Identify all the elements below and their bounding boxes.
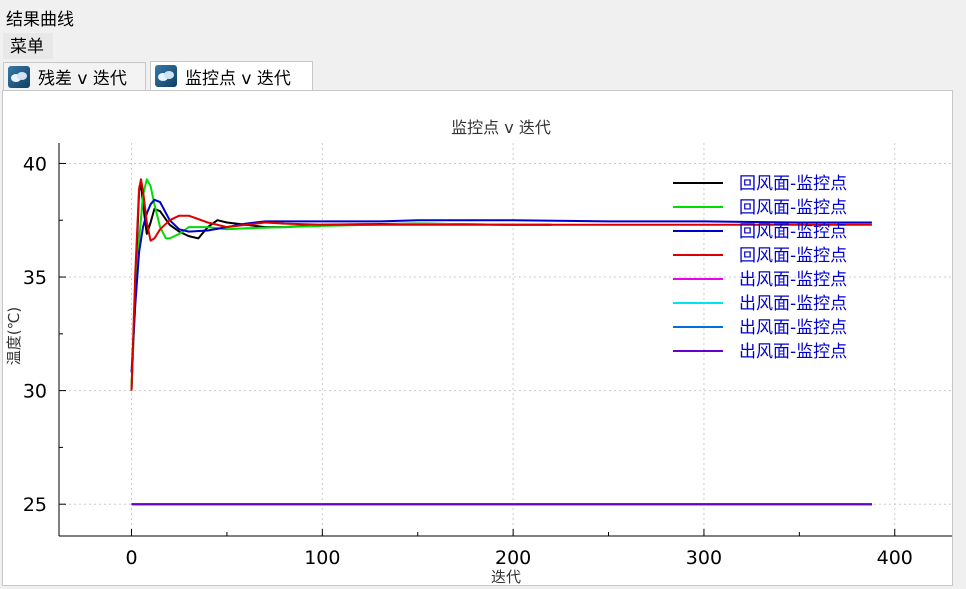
y-tick-label: 35 — [23, 267, 47, 289]
menu-item-main[interactable]: 菜单 — [3, 33, 53, 59]
chart-title: 监控点 v 迭代 — [451, 118, 551, 137]
menu-bar: 菜单 — [0, 32, 966, 60]
x-tick-label: 300 — [686, 547, 722, 569]
tab-monitor[interactable]: 监控点 v 迭代 — [150, 61, 313, 90]
x-tick-label: 400 — [877, 547, 913, 569]
legend-label-8: 出风面-监控点 — [739, 342, 847, 362]
window-titlebar: 结果曲线 — [0, 0, 966, 32]
y-tick-label: 40 — [23, 153, 47, 175]
tab-residual[interactable]: 残差 v 迭代 — [3, 62, 146, 90]
monitor-tab-icon — [155, 65, 177, 87]
x-axis-label: 迭代 — [491, 568, 521, 585]
right-scroll-strip[interactable] — [953, 90, 966, 586]
legend-label-4: 回风面-监控点 — [739, 246, 847, 266]
chart-panel: 监控点 v 迭代 迭代 温度(℃) 0 100 200 300 400 25 30 35 40 … — [2, 90, 953, 586]
legend-label-3: 回风面-监控点 — [739, 222, 847, 242]
window-title: 结果曲线 — [6, 10, 74, 30]
monitor-chart: 监控点 v 迭代 迭代 温度(℃) 0 100 200 300 40025303540 … — [5, 118, 952, 586]
tab-monitor-label: 监控点 v 迭代 — [185, 68, 291, 89]
legend-label-5: 出风面-监控点 — [739, 270, 847, 290]
legend-label-1: 回风面-监控点 — [739, 174, 847, 194]
legend-label-7: 出风面-监控点 — [739, 318, 847, 338]
legend-label-6: 出风面-监控点 — [739, 294, 847, 314]
series-line-2 — [130, 178, 552, 387]
y-tick-label: 25 — [23, 494, 47, 516]
x-tick-label: 200 — [495, 547, 531, 569]
tab-residual-label: 残差 v 迭代 — [38, 69, 127, 89]
residual-tab-icon — [8, 65, 30, 88]
legend-label-2: 回风面-监控点 — [739, 198, 847, 218]
series-line-1 — [130, 182, 552, 391]
tab-strip: 残差 v 迭代 监控点 v 迭代 — [0, 60, 966, 90]
x-tick-label: 100 — [304, 547, 340, 569]
y-axis-label: 温度(℃) — [5, 307, 23, 366]
x-tick-label: 0 — [125, 547, 137, 569]
y-tick-label: 30 — [23, 381, 47, 403]
